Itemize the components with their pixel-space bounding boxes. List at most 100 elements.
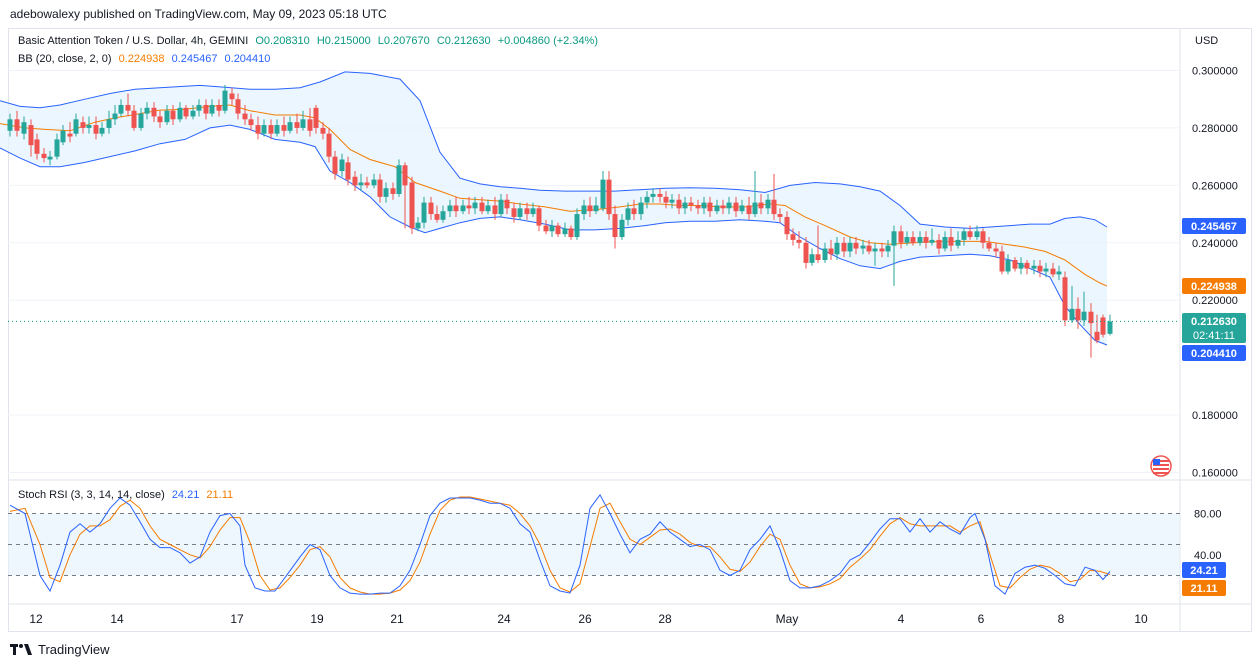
footer: TradingView xyxy=(10,642,110,657)
time-tick-label: 12 xyxy=(29,612,43,626)
candle-body xyxy=(1024,262,1030,269)
time-tick-label: 21 xyxy=(390,612,404,626)
candle-body xyxy=(125,104,131,111)
candle-body xyxy=(242,113,248,120)
candle-body xyxy=(650,193,656,197)
candle-body xyxy=(815,254,821,261)
stoch-d-tag: 21.11 xyxy=(1182,580,1226,596)
candle-body xyxy=(1069,308,1075,321)
candle-body xyxy=(320,127,326,134)
candle-body xyxy=(222,90,228,111)
candle-body xyxy=(758,202,764,209)
candle-body xyxy=(209,104,215,114)
candle-body xyxy=(644,196,650,203)
candle-body xyxy=(726,202,732,209)
candle-body xyxy=(803,242,809,263)
candle-body xyxy=(746,205,752,215)
candle-body xyxy=(1075,308,1081,321)
candle xyxy=(1100,314,1106,338)
tradingview-logo-icon xyxy=(10,643,32,655)
candle-body xyxy=(853,242,859,249)
candle-body xyxy=(929,239,935,243)
candle-body xyxy=(841,242,847,252)
stoch-tick-label: 40.00 xyxy=(1194,550,1222,562)
candle-body xyxy=(498,199,504,215)
candle-body xyxy=(144,107,150,114)
candle-body xyxy=(593,205,599,212)
price-chart[interactable]: USD 0.300000 0.280000 0.260000 0.240000 0.22… xyxy=(0,0,1260,668)
time-tick-label: 4 xyxy=(898,612,905,626)
candle xyxy=(606,171,612,220)
candle-body xyxy=(409,182,415,229)
candle-body xyxy=(504,199,510,209)
candle-body xyxy=(447,205,453,212)
candle-body xyxy=(492,205,498,215)
candle-body xyxy=(600,179,606,209)
candle-body xyxy=(190,110,196,117)
candle-body xyxy=(307,119,313,131)
candle-body xyxy=(93,125,99,134)
candle-body xyxy=(536,208,542,226)
candle-body xyxy=(1062,277,1068,321)
candle-body xyxy=(440,211,446,220)
candle-body xyxy=(822,248,828,261)
candle-body xyxy=(625,208,631,220)
candle-body xyxy=(866,245,872,252)
candle-body xyxy=(663,196,669,203)
candle-body xyxy=(358,182,364,186)
candle xyxy=(600,171,606,212)
candle-body xyxy=(7,119,13,131)
candle-body xyxy=(967,231,973,238)
us-flag-icon[interactable] xyxy=(1150,455,1172,477)
candle-body xyxy=(733,202,739,212)
candle-body xyxy=(885,245,891,252)
time-tick-label: 26 xyxy=(578,612,592,626)
candle-body xyxy=(164,110,170,123)
candle-body xyxy=(707,202,713,212)
candle-body xyxy=(261,125,267,134)
candle-body xyxy=(555,225,561,235)
time-tick-label: 24 xyxy=(497,612,511,626)
candle-body xyxy=(904,237,910,243)
candle-body xyxy=(300,119,306,128)
candle-body xyxy=(1037,265,1043,272)
candle-body xyxy=(67,133,73,137)
candle-body xyxy=(771,199,777,215)
price-tick-label: 0.180000 xyxy=(1192,410,1238,422)
candle-body xyxy=(99,127,105,134)
countdown-tag-text: 02:41:11 xyxy=(1193,330,1235,342)
candle-body xyxy=(524,208,530,215)
candle-body xyxy=(980,231,986,243)
time-tick-label: 6 xyxy=(978,612,985,626)
candle-body xyxy=(428,202,434,215)
candle-body xyxy=(287,122,293,131)
candle-body xyxy=(396,165,402,194)
currency-label: USD xyxy=(1195,35,1218,47)
candle-body xyxy=(86,125,92,128)
candle-body xyxy=(1050,268,1056,275)
candle-body xyxy=(183,107,189,117)
candle-body xyxy=(1043,268,1049,272)
candle-body xyxy=(587,205,593,212)
candle-body xyxy=(421,202,427,223)
candle-body xyxy=(28,125,34,146)
stoch-d-tag-text: 21.11 xyxy=(1191,583,1218,595)
candle-body xyxy=(390,188,396,194)
candle-body xyxy=(612,214,618,238)
candle-body xyxy=(847,242,853,252)
bb-upper-tag: 0.245467 xyxy=(1182,218,1246,234)
candle-body xyxy=(1107,321,1113,334)
candle-body xyxy=(73,119,79,134)
candle xyxy=(409,176,415,235)
candle-body xyxy=(872,248,878,252)
candle-body xyxy=(936,239,942,249)
time-tick-label: 19 xyxy=(310,612,324,626)
candle-body xyxy=(739,205,745,212)
candle-body xyxy=(294,122,300,128)
footer-brand: TradingView xyxy=(38,642,110,657)
candle-body xyxy=(720,205,726,209)
candle-body xyxy=(961,231,967,240)
candle-body xyxy=(1005,260,1011,272)
candle-body xyxy=(1012,260,1018,269)
candle-body xyxy=(377,179,383,197)
